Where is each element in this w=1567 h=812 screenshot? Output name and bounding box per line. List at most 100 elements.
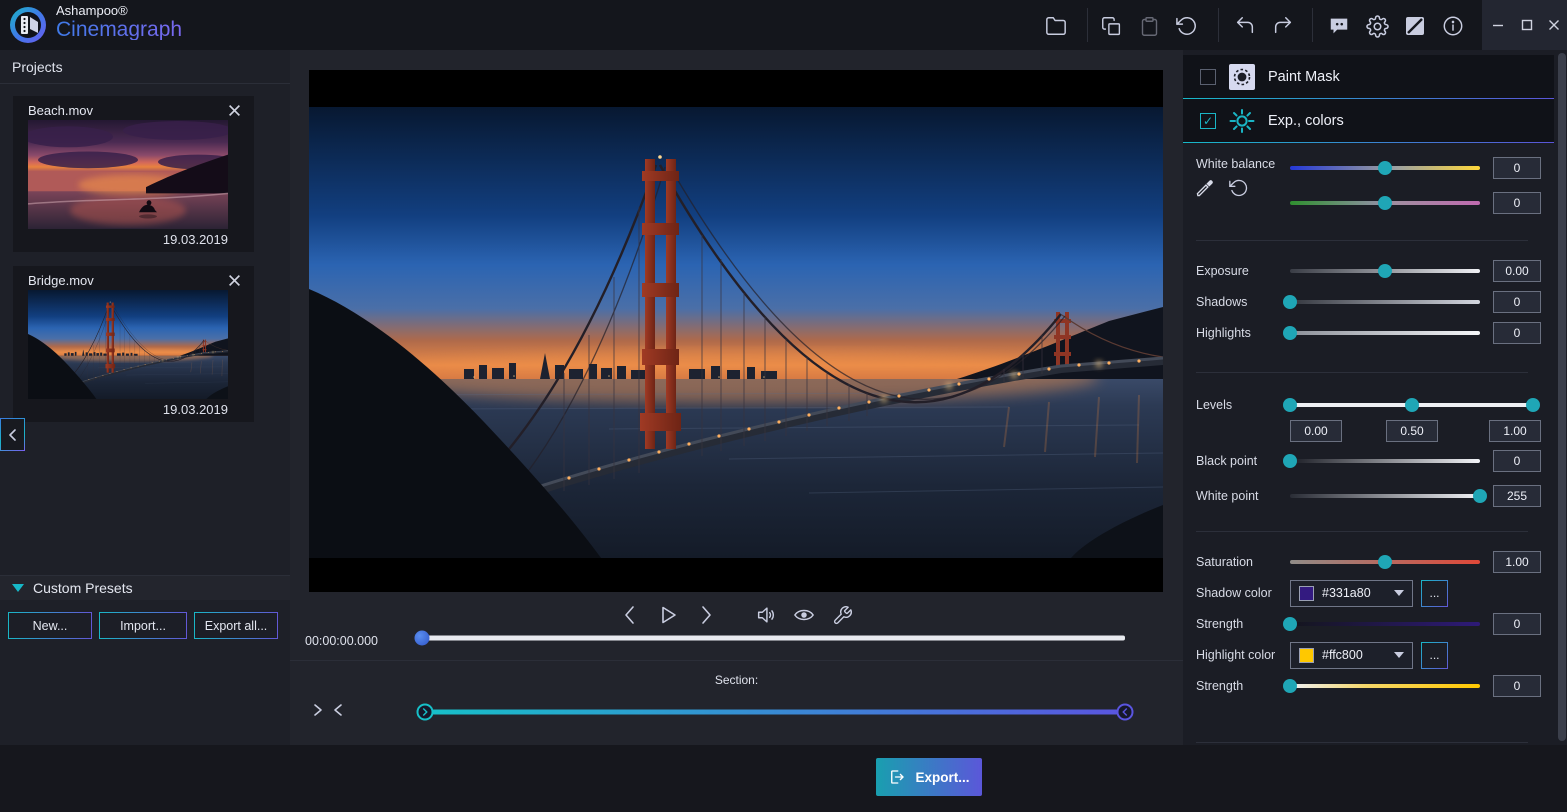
levels-low-handle[interactable] [1283, 398, 1297, 412]
slider-handle[interactable] [1473, 489, 1487, 503]
wb-temperature-value[interactable]: 0 [1493, 157, 1541, 179]
paint-mask-checkbox[interactable] [1200, 69, 1216, 85]
export-icon [888, 768, 906, 786]
chevron-left-icon [621, 605, 639, 625]
exp-colors-section-header[interactable]: ✓ Exp., colors [1183, 99, 1554, 143]
next-frame-button[interactable] [693, 602, 719, 628]
levels-high-handle[interactable] [1526, 398, 1540, 412]
window-controls [1482, 0, 1567, 50]
slider-handle[interactable] [1378, 161, 1392, 175]
chevron-down-icon [1394, 590, 1404, 596]
new-preset-button[interactable]: New... [8, 612, 92, 639]
section-zoom-controls [312, 703, 344, 717]
slider-handle[interactable] [1283, 617, 1297, 631]
white-point-value[interactable]: 255 [1493, 485, 1541, 507]
feedback-button[interactable] [1326, 13, 1352, 39]
redo-button[interactable] [1270, 13, 1296, 39]
playhead-handle[interactable] [415, 631, 430, 646]
timeline-track[interactable] [415, 636, 1125, 641]
slider-handle[interactable] [1283, 454, 1297, 468]
section-range-slider[interactable] [425, 703, 1125, 721]
collapse-sidebar-button[interactable] [0, 418, 25, 451]
highlight-color-dropdown[interactable]: #ffc800 [1290, 642, 1413, 669]
levels-high-value[interactable]: 1.00 [1489, 420, 1541, 442]
panel-scrollbar[interactable] [1558, 53, 1566, 741]
import-presets-button[interactable]: Import... [99, 612, 187, 639]
slider-handle[interactable] [1378, 264, 1392, 278]
section-track[interactable] [425, 710, 1125, 715]
volume-button[interactable] [753, 602, 779, 628]
levels-slider[interactable] [1290, 397, 1533, 413]
slider-handle[interactable] [1283, 326, 1297, 340]
play-button[interactable] [655, 602, 681, 628]
section-end-handle[interactable] [1117, 704, 1134, 721]
undo-button[interactable] [1232, 13, 1258, 39]
shadow-strength-value[interactable]: 0 [1493, 613, 1541, 635]
paint-mask-tool-button[interactable] [1229, 64, 1255, 90]
saturation-value[interactable]: 1.00 [1493, 551, 1541, 573]
video-frame [309, 107, 1163, 558]
slider-handle[interactable] [1283, 679, 1297, 693]
maximize-button[interactable] [1518, 17, 1536, 33]
slider-handle[interactable] [1283, 295, 1297, 309]
wb-tint-slider[interactable] [1290, 195, 1480, 211]
exp-colors-checkbox[interactable]: ✓ [1200, 113, 1216, 129]
shadow-color-more-button[interactable]: ... [1421, 580, 1448, 607]
highlights-value[interactable]: 0 [1493, 322, 1541, 344]
minimize-button[interactable] [1489, 17, 1507, 33]
chevron-right-icon[interactable] [312, 703, 324, 717]
copy-button[interactable] [1098, 13, 1124, 39]
close-project-button[interactable] [226, 272, 242, 288]
project-card-bridge[interactable]: Bridge.mov 19.03.2019 [13, 266, 254, 422]
white-point-slider[interactable] [1290, 488, 1480, 504]
close-button[interactable] [1545, 17, 1563, 33]
chevron-left-icon [1122, 708, 1129, 717]
close-project-button[interactable] [226, 102, 242, 118]
saturation-slider[interactable] [1290, 554, 1480, 570]
exposure-slider[interactable] [1290, 263, 1480, 279]
highlight-strength-slider[interactable] [1290, 678, 1480, 694]
highlight-strength-value[interactable]: 0 [1493, 675, 1541, 697]
close-icon [228, 274, 241, 287]
custom-presets-header[interactable]: Custom Presets [0, 575, 290, 600]
project-card-beach[interactable]: Beach.mov 19.03.2019 [13, 96, 254, 252]
shadows-value[interactable]: 0 [1493, 291, 1541, 313]
product-name: Cinemagraph [56, 19, 182, 40]
shadows-slider[interactable] [1290, 294, 1480, 310]
info-button[interactable] [1440, 13, 1466, 39]
reset-button[interactable] [1174, 13, 1200, 39]
project-name: Beach.mov [28, 103, 226, 118]
levels-low-value[interactable]: 0.00 [1290, 420, 1342, 442]
project-name: Bridge.mov [28, 273, 226, 288]
exposure-value[interactable]: 0.00 [1493, 260, 1541, 282]
export-all-presets-button[interactable]: Export all... [194, 612, 278, 639]
wb-tint-value[interactable]: 0 [1493, 192, 1541, 214]
slider-handle[interactable] [1378, 555, 1392, 569]
preview-toggle-button[interactable] [791, 602, 817, 628]
chevron-down-icon [1394, 652, 1404, 658]
highlights-slider[interactable] [1290, 325, 1480, 341]
section-start-handle[interactable] [417, 704, 434, 721]
slider-handle[interactable] [1378, 196, 1392, 210]
wb-temperature-slider[interactable] [1290, 160, 1480, 176]
open-project-button[interactable] [1043, 13, 1069, 39]
theme-button[interactable] [1402, 13, 1428, 39]
shadow-color-dropdown[interactable]: #331a80 [1290, 580, 1413, 607]
video-preview[interactable] [309, 70, 1163, 592]
paint-mask-section-header[interactable]: Paint Mask [1183, 55, 1554, 99]
tools-button[interactable] [829, 602, 855, 628]
divider [1196, 240, 1528, 241]
black-point-slider[interactable] [1290, 453, 1480, 469]
levels-mid-value[interactable]: 0.50 [1386, 420, 1438, 442]
shadow-strength-slider[interactable] [1290, 616, 1480, 632]
comment-icon [1328, 15, 1350, 37]
highlight-color-more-button[interactable]: ... [1421, 642, 1448, 669]
black-point-value[interactable]: 0 [1493, 450, 1541, 472]
paste-button[interactable] [1136, 13, 1162, 39]
settings-button[interactable] [1364, 13, 1390, 39]
previous-frame-button[interactable] [617, 602, 643, 628]
levels-mid-handle[interactable] [1405, 398, 1419, 412]
export-button[interactable]: Export... [876, 758, 982, 796]
timeline-slider[interactable] [415, 630, 1125, 646]
chevron-left-icon[interactable] [332, 703, 344, 717]
